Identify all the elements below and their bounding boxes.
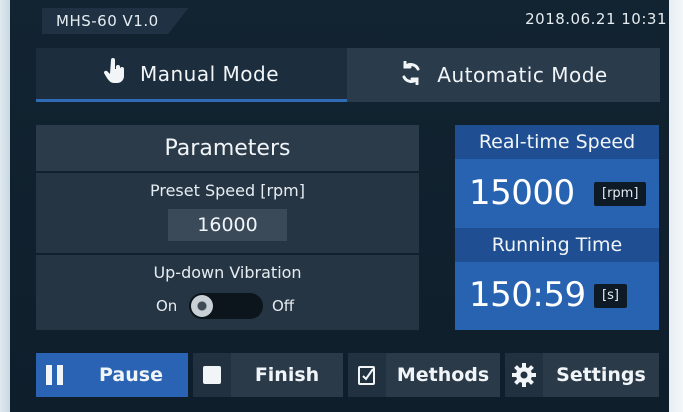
- realtime-panel: Real-time Speed 15000 [rpm] Running Time…: [455, 125, 659, 330]
- tab-manual-mode[interactable]: Manual Mode: [36, 48, 347, 102]
- vibration-section: Up-down Vibration On Off: [36, 255, 419, 330]
- running-time-title: Running Time: [455, 228, 659, 262]
- methods-icon: [348, 353, 386, 397]
- running-time-value: 150:59: [469, 275, 586, 315]
- parameters-title: Parameters: [36, 125, 419, 171]
- device-screen: MHS-60 V1.0 2018.06.21 10:31 Manual Mode: [0, 0, 683, 412]
- mode-tabs: Manual Mode Automatic Mode: [36, 48, 660, 102]
- finish-label: Finish: [254, 364, 320, 386]
- settings-button[interactable]: Settings: [505, 353, 659, 397]
- tab-manual-label: Manual Mode: [139, 61, 280, 86]
- pause-button[interactable]: Pause: [36, 353, 188, 397]
- refresh-icon: [399, 60, 437, 90]
- settings-label: Settings: [556, 364, 646, 386]
- toggle-knob[interactable]: [191, 295, 213, 317]
- preset-speed-section: Preset Speed [rpm] 16000: [36, 173, 419, 253]
- vibration-toggle[interactable]: [189, 293, 263, 319]
- stop-icon: [193, 353, 231, 397]
- speed-unit-badge: [rpm]: [594, 182, 647, 206]
- vibration-off-label: Off: [272, 297, 295, 315]
- model-version-label: MHS-60 V1.0: [42, 8, 189, 34]
- tab-automatic-mode[interactable]: Automatic Mode: [347, 48, 660, 102]
- parameters-panel: Parameters Preset Speed [rpm] 16000 Up-d…: [36, 125, 419, 330]
- time-unit-badge: [s]: [594, 284, 627, 308]
- methods-label: Methods: [396, 364, 490, 386]
- vibration-on-label: On: [156, 297, 178, 315]
- preset-speed-input[interactable]: 16000: [168, 209, 287, 241]
- left-bezel: [0, 0, 10, 412]
- realtime-speed-value: 15000: [469, 173, 575, 213]
- right-bezel: [669, 0, 683, 412]
- methods-button[interactable]: Methods: [348, 353, 500, 397]
- realtime-speed-title: Real-time Speed: [455, 125, 659, 159]
- gear-icon: [505, 353, 543, 397]
- pause-icon: [36, 353, 74, 397]
- tab-automatic-label: Automatic Mode: [437, 63, 608, 87]
- hand-pointer-icon: [103, 58, 140, 89]
- finish-button[interactable]: Finish: [193, 353, 343, 397]
- status-bar: MHS-60 V1.0 2018.06.21 10:31: [10, 0, 669, 40]
- preset-speed-label: Preset Speed [rpm]: [149, 181, 306, 200]
- pause-label: Pause: [99, 364, 163, 386]
- vibration-label: Up-down Vibration: [153, 263, 302, 282]
- date-time-display: 2018.06.21 10:31: [525, 10, 667, 28]
